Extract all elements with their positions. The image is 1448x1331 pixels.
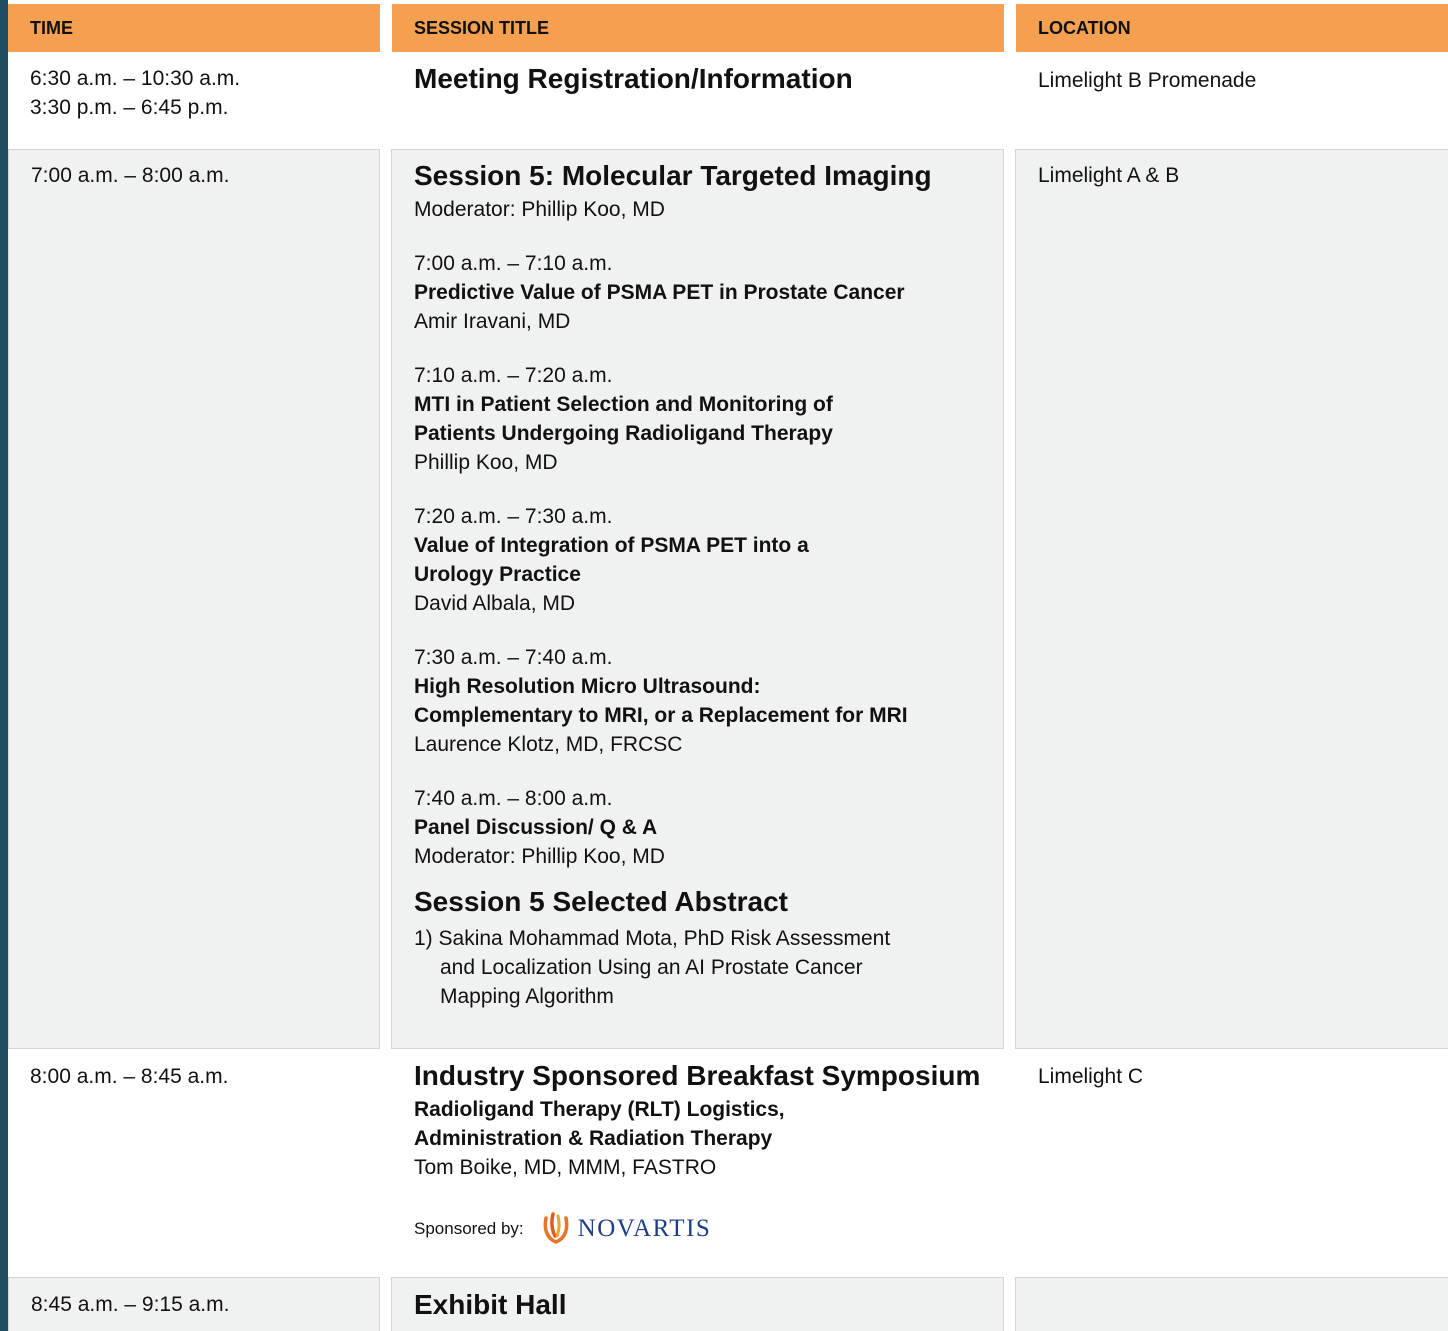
talk-2-time: 7:10 a.m. – 7:20 a.m. — [414, 364, 613, 387]
session5-title: Session 5: Molecular Targeted Imaging — [414, 160, 932, 191]
talk-4-title-line1: High Resolution Micro Ultrasound: — [414, 675, 761, 698]
row4-time: 8:45 a.m. – 9:15 a.m. — [31, 1293, 230, 1316]
talk-5-time: 7:40 a.m. – 8:00 a.m. — [414, 787, 613, 810]
header-session-title-label: SESSION TITLE — [414, 17, 550, 38]
abstract-line3: Mapping Algorithm — [440, 985, 614, 1008]
row1-title: Meeting Registration/Information — [414, 63, 853, 94]
abstract-line1: 1) Sakina Mohammad Mota, PhD Risk Assess… — [414, 927, 891, 950]
talk-5-title: Panel Discussion/ Q & A — [414, 816, 658, 839]
talk-4-time: 7:30 a.m. – 7:40 a.m. — [414, 646, 613, 669]
sponsor-line: Sponsored by: NOVARTIS — [414, 1212, 982, 1246]
symposium-subtitle-line1: Radioligand Therapy (RLT) Logistics, — [414, 1098, 785, 1121]
talk-4-speaker: Laurence Klotz, MD, FRCSC — [414, 733, 683, 756]
row2-location: Limelight A & B — [1038, 164, 1180, 187]
talk-4: 7:30 a.m. – 7:40 a.m. High Resolution Mi… — [414, 643, 981, 759]
header-location-label: LOCATION — [1038, 17, 1131, 38]
row2-time-cell: 7:00 a.m. – 8:00 a.m. — [8, 149, 380, 1049]
row1-title-cell: Meeting Registration/Information — [392, 52, 1004, 142]
row1-time-line2: 3:30 p.m. – 6:45 p.m. — [30, 96, 229, 119]
symposium-subtitle-line2: Administration & Radiation Therapy — [414, 1127, 773, 1150]
row3-location-cell: Limelight C — [1016, 1050, 1448, 1270]
row2-time: 7:00 a.m. – 8:00 a.m. — [31, 164, 230, 187]
row3-location: Limelight C — [1038, 1065, 1144, 1088]
symposium-speaker: Tom Boike, MD, MMM, FASTRO — [414, 1156, 717, 1179]
sponsor-label: Sponsored by: — [414, 1219, 524, 1238]
row4-title: Exhibit Hall — [414, 1289, 567, 1320]
header-time-label: TIME — [30, 17, 73, 38]
row4-title-cell: Exhibit Hall — [391, 1277, 1004, 1331]
selected-abstract-title: Session 5 Selected Abstract — [414, 886, 789, 917]
symposium-title: Industry Sponsored Breakfast Symposium — [414, 1060, 981, 1091]
talk-4-title-line2: Complementary to MRI, or a Replacement f… — [414, 704, 908, 727]
row3-title-cell: Industry Sponsored Breakfast Symposium R… — [392, 1050, 1004, 1270]
talk-3-title-line2: Urology Practice — [414, 563, 581, 586]
row2-title-cell: Session 5: Molecular Targeted Imaging Mo… — [391, 149, 1004, 1049]
row3-time: 8:00 a.m. – 8:45 a.m. — [30, 1065, 229, 1088]
talk-2-title-line1: MTI in Patient Selection and Monitoring … — [414, 393, 833, 416]
novartis-logo: NOVARTIS — [542, 1212, 712, 1246]
talk-1-title: Predictive Value of PSMA PET in Prostate… — [414, 281, 905, 304]
row2-location-cell: Limelight A & B — [1015, 149, 1448, 1049]
talk-3-speaker: David Albala, MD — [414, 592, 576, 615]
talk-3: 7:20 a.m. – 7:30 a.m. Value of Integrati… — [414, 502, 981, 618]
talk-3-title-line1: Value of Integration of PSMA PET into a — [414, 534, 809, 557]
row4-time-cell: 8:45 a.m. – 9:15 a.m. — [8, 1277, 380, 1331]
header-location: LOCATION — [1016, 4, 1448, 52]
row1-time-line1: 6:30 a.m. – 10:30 a.m. — [30, 67, 241, 90]
row3-time-cell: 8:00 a.m. – 8:45 a.m. — [8, 1050, 380, 1270]
header-session-title: SESSION TITLE — [392, 4, 1004, 52]
talk-5: 7:40 a.m. – 8:00 a.m. Panel Discussion/ … — [414, 784, 981, 871]
talk-2: 7:10 a.m. – 7:20 a.m. MTI in Patient Sel… — [414, 361, 981, 477]
schedule-table: TIME SESSION TITLE LOCATION 6:30 a.m. – … — [8, 0, 1448, 1331]
abstract-line2: and Localization Using an AI Prostate Ca… — [440, 956, 863, 979]
row1-location: Limelight B Promenade — [1038, 69, 1257, 92]
abstract-item: 1) Sakina Mohammad Mota, PhD Risk Assess… — [414, 924, 981, 1011]
session5-moderator: Moderator: Phillip Koo, MD — [414, 198, 665, 221]
talk-5-speaker: Moderator: Phillip Koo, MD — [414, 845, 665, 868]
talk-1-speaker: Amir Iravani, MD — [414, 310, 571, 333]
talk-1-time: 7:00 a.m. – 7:10 a.m. — [414, 252, 613, 275]
talk-1: 7:00 a.m. – 7:10 a.m. Predictive Value o… — [414, 249, 981, 336]
row1-location-cell: Limelight B Promenade — [1016, 52, 1448, 142]
row4-location-cell — [1015, 1277, 1448, 1331]
header-time: TIME — [8, 4, 380, 52]
novartis-logo-text: NOVARTIS — [577, 1215, 712, 1242]
row1-time-cell: 6:30 a.m. – 10:30 a.m. 3:30 p.m. – 6:45 … — [8, 52, 380, 142]
talk-2-title-line2: Patients Undergoing Radioligand Therapy — [414, 422, 833, 445]
talk-3-time: 7:20 a.m. – 7:30 a.m. — [414, 505, 613, 528]
talk-2-speaker: Phillip Koo, MD — [414, 451, 558, 474]
novartis-flame-icon — [543, 1212, 569, 1244]
